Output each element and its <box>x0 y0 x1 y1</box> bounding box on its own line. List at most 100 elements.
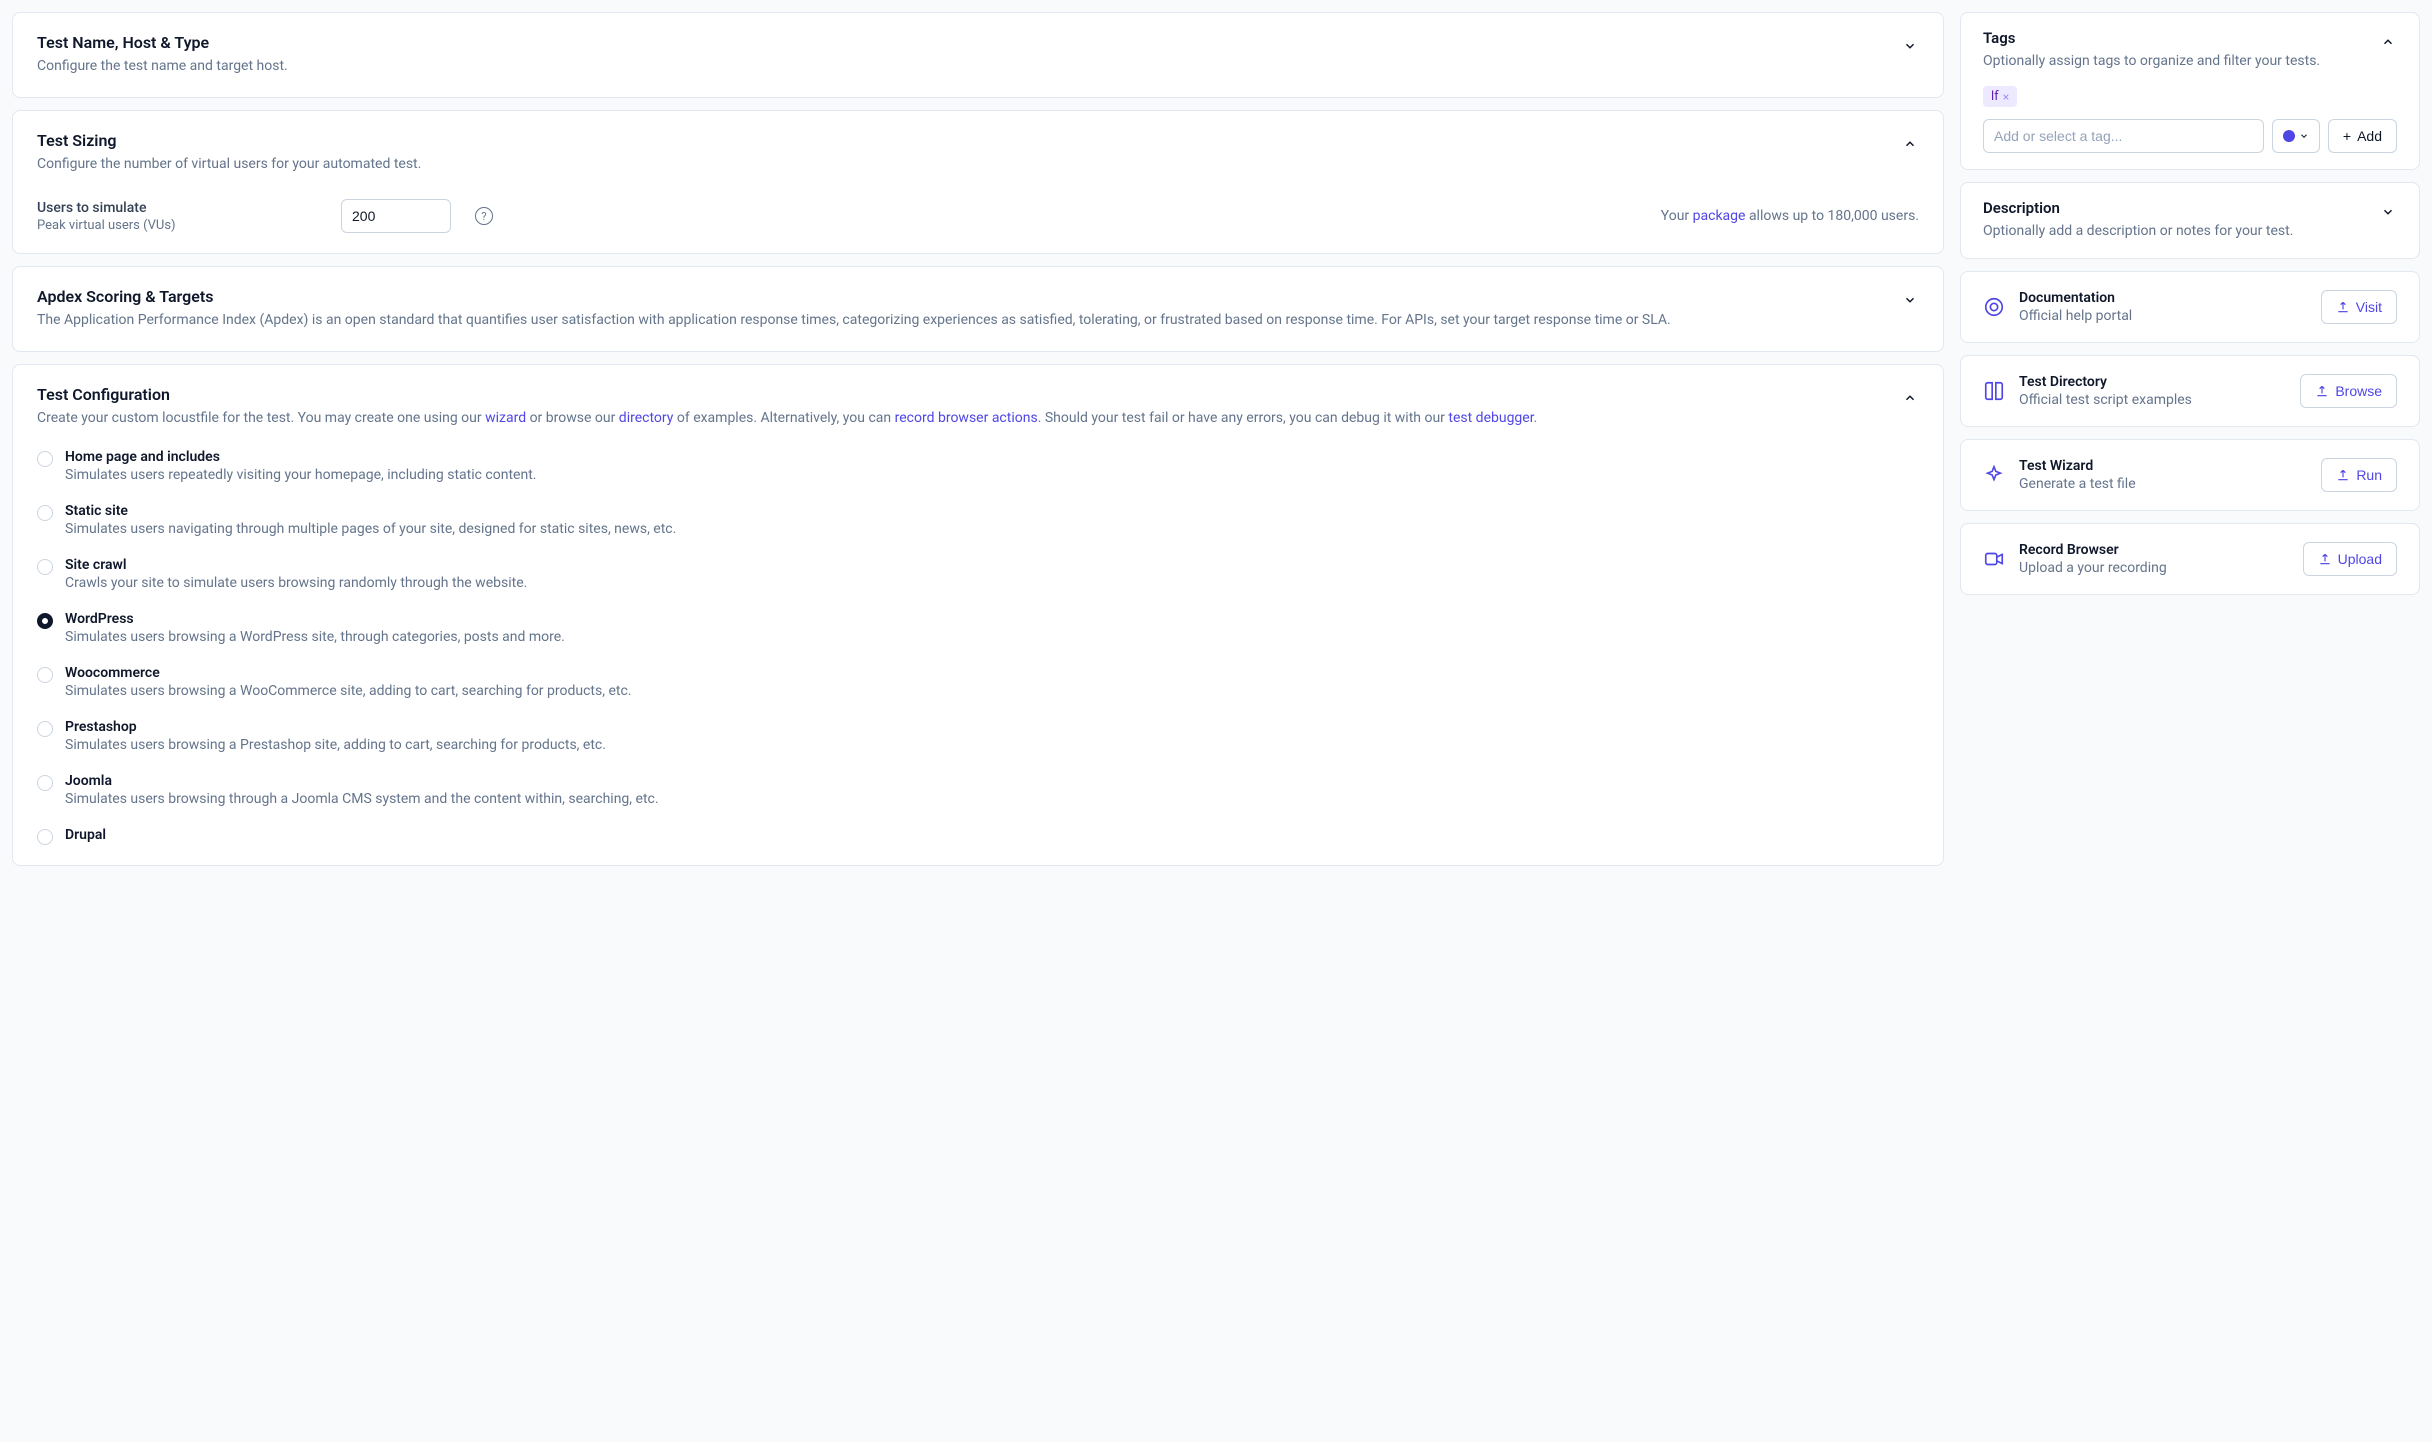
package-allowance: Your package allows up to 180,000 users. <box>1661 208 1919 224</box>
option-title: Static site <box>65 503 676 519</box>
option-title: Prestashop <box>65 719 606 735</box>
section-title: Test Name, Host & Type <box>37 33 1889 52</box>
resource-card: Test Wizard Generate a test file Run <box>1960 439 2420 511</box>
upload-icon <box>2336 468 2350 482</box>
plus-icon: + <box>2343 128 2351 144</box>
action-label: Visit <box>2356 299 2382 315</box>
action-label: Run <box>2356 467 2382 483</box>
chevron-down-icon[interactable] <box>1901 291 1919 309</box>
upload-icon <box>2318 552 2332 566</box>
section-title: Description <box>1983 199 2367 217</box>
section-description: Description Optionally add a description… <box>1960 182 2420 259</box>
users-input[interactable] <box>341 199 451 233</box>
users-label: Users to simulate <box>37 200 317 216</box>
section-apdex: Apdex Scoring & Targets The Application … <box>12 266 1944 352</box>
tag-label: lf <box>1991 89 1999 104</box>
option-title: Drupal <box>65 827 106 843</box>
video-icon <box>1983 548 2005 570</box>
section-test-sizing: Test Sizing Configure the number of virt… <box>12 110 1944 254</box>
action-label: Upload <box>2338 551 2382 567</box>
resource-card: Test Directory Official test script examp… <box>1960 355 2420 427</box>
resource-title: Documentation <box>2019 290 2307 306</box>
radio-icon <box>37 721 53 737</box>
radio-icon <box>37 775 53 791</box>
resource-sub: Generate a test file <box>2019 476 2307 492</box>
option-desc: Simulates users browsing a WooCommerce s… <box>65 683 631 699</box>
option-desc: Simulates users browsing a Prestashop si… <box>65 737 606 753</box>
tag-chip[interactable]: lf × <box>1983 86 2017 107</box>
resource-sub: Official help portal <box>2019 308 2307 324</box>
resource-action-button[interactable]: Visit <box>2321 290 2397 324</box>
chevron-down-icon <box>2299 131 2309 141</box>
section-title: Test Sizing <box>37 131 1889 150</box>
resource-title: Test Wizard <box>2019 458 2307 474</box>
option-title: Woocommerce <box>65 665 631 681</box>
upload-icon <box>2315 384 2329 398</box>
debugger-link[interactable]: test debugger <box>1448 410 1533 426</box>
config-option[interactable]: Home page and includes Simulates users re… <box>37 449 1919 483</box>
config-option[interactable]: Joomla Simulates users browsing through a… <box>37 773 1919 807</box>
wizard-link[interactable]: wizard <box>485 410 526 426</box>
option-desc: Simulates users navigating through multi… <box>65 521 676 537</box>
chevron-down-icon[interactable] <box>1901 37 1919 55</box>
config-option[interactable]: Site crawlCrawls your site to simulate u… <box>37 557 1919 591</box>
section-subtitle: Configure the test name and target host. <box>37 56 1889 77</box>
section-title: Test Configuration <box>37 385 1889 404</box>
resource-action-button[interactable]: Browse <box>2300 374 2397 408</box>
chevron-down-icon[interactable] <box>2379 203 2397 221</box>
config-option[interactable]: Prestashop Simulates users browsing a Pre… <box>37 719 1919 753</box>
resource-title: Test Directory <box>2019 374 2286 390</box>
color-swatch-icon <box>2283 130 2295 142</box>
record-link[interactable]: record browser actions <box>895 410 1038 426</box>
close-icon[interactable]: × <box>2003 90 2009 104</box>
option-title: WordPress <box>65 611 565 627</box>
radio-icon <box>37 667 53 683</box>
section-test-configuration: Test Configuration Create your custom lo… <box>12 364 1944 866</box>
directory-link[interactable]: directory <box>619 410 674 426</box>
resource-sub: Official test script examples <box>2019 392 2286 408</box>
section-tags: Tags Optionally assign tags to organize … <box>1960 12 2420 170</box>
option-desc: Simulates users browsing through a Jooml… <box>65 791 659 807</box>
resource-card: Record Browser Upload a your recording Upl… <box>1960 523 2420 595</box>
option-title: Home page and includes <box>65 449 536 465</box>
tag-color-picker[interactable] <box>2272 119 2320 153</box>
option-desc: Simulates users repeatedly visiting your… <box>65 467 536 483</box>
sparkle-icon <box>1983 464 2005 486</box>
action-label: Browse <box>2335 383 2382 399</box>
section-subtitle: Create your custom locustfile for the te… <box>37 408 1889 429</box>
section-subtitle: The Application Performance Index (Apdex… <box>37 310 1889 331</box>
book-icon <box>1983 380 2005 402</box>
section-title: Apdex Scoring & Targets <box>37 287 1889 306</box>
radio-icon <box>37 505 53 521</box>
tag-input[interactable] <box>1983 119 2264 153</box>
help-icon[interactable]: ? <box>475 207 493 225</box>
help-icon <box>1983 296 2005 318</box>
add-label: Add <box>2357 128 2382 144</box>
config-option[interactable]: Drupal <box>37 827 1919 845</box>
option-title: Site crawl <box>65 557 527 573</box>
users-hint: Peak virtual users (VUs) <box>37 218 317 233</box>
package-link[interactable]: package <box>1693 208 1746 224</box>
radio-icon <box>37 559 53 575</box>
chevron-up-icon[interactable] <box>1901 389 1919 407</box>
add-tag-button[interactable]: + Add <box>2328 119 2397 153</box>
resource-sub: Upload a your recording <box>2019 560 2289 576</box>
section-subtitle: Optionally assign tags to organize and f… <box>1983 51 2367 72</box>
chevron-up-icon[interactable] <box>1901 135 1919 153</box>
config-option[interactable]: Woocommerce Simulates users browsing a Wo… <box>37 665 1919 699</box>
config-option[interactable]: WordPress Simulates users browsing a Word… <box>37 611 1919 645</box>
radio-icon <box>37 613 53 629</box>
config-option[interactable]: Static site Simulates users navigating th… <box>37 503 1919 537</box>
resource-title: Record Browser <box>2019 542 2289 558</box>
chevron-up-icon[interactable] <box>2379 33 2397 51</box>
section-name-host: Test Name, Host & Type Configure the tes… <box>12 12 1944 98</box>
section-subtitle: Configure the number of virtual users fo… <box>37 154 1889 175</box>
resource-action-button[interactable]: Run <box>2321 458 2397 492</box>
radio-icon <box>37 451 53 467</box>
option-desc: Simulates users browsing a WordPress sit… <box>65 629 565 645</box>
section-subtitle: Optionally add a description or notes fo… <box>1983 221 2367 242</box>
radio-icon <box>37 829 53 845</box>
resource-action-button[interactable]: Upload <box>2303 542 2397 576</box>
section-title: Tags <box>1983 29 2367 47</box>
option-title: Joomla <box>65 773 659 789</box>
